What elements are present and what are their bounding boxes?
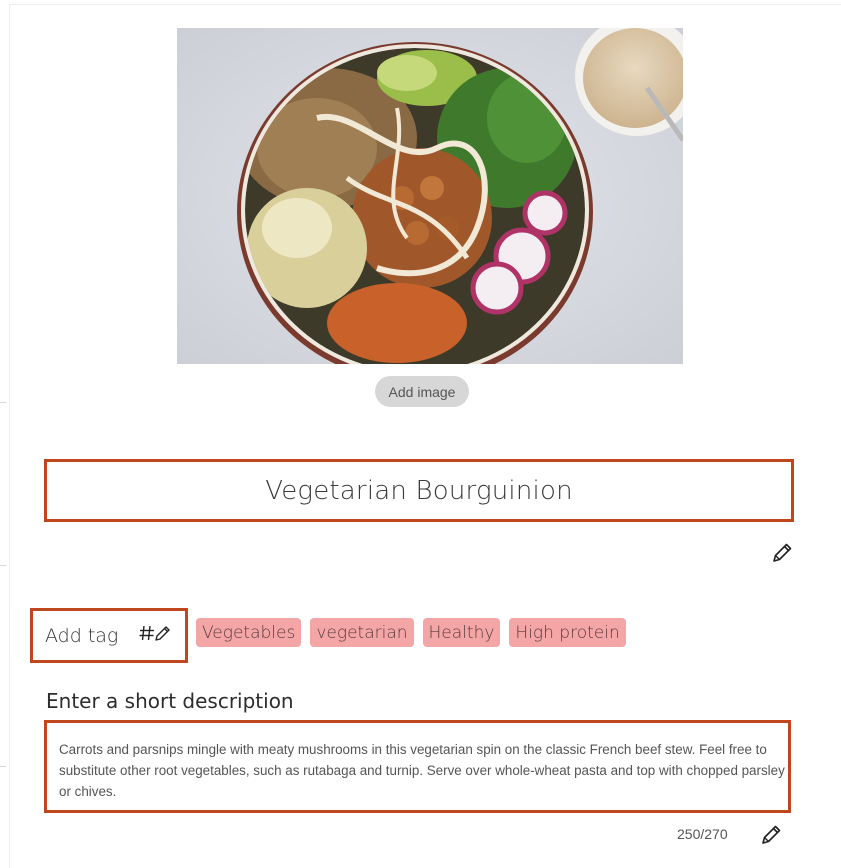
add-tag-label: Add tag xyxy=(45,624,119,647)
tag-chip[interactable]: Vegetables xyxy=(196,618,302,647)
description-textarea[interactable]: Carrots and parsnips mingle with meaty m… xyxy=(44,720,791,813)
hashtag-pencil-icon[interactable] xyxy=(139,623,175,643)
recipe-title-field[interactable]: Vegetarian Bourguinion xyxy=(44,459,794,522)
character-count: 250/270 xyxy=(677,826,728,842)
description-text: Carrots and parsnips mingle with meaty m… xyxy=(59,742,785,799)
page-border-top xyxy=(9,4,841,5)
edge-tick xyxy=(0,402,6,403)
edge-tick xyxy=(0,565,6,566)
description-heading: Enter a short description xyxy=(46,689,294,713)
tag-chip[interactable]: Healthy xyxy=(422,618,501,647)
tag-chip[interactable]: High protein xyxy=(509,618,626,647)
pencil-icon[interactable] xyxy=(759,823,783,847)
tag-chip[interactable]: vegetarian xyxy=(310,618,414,647)
tag-list: Vegetables vegetarian Healthy High prote… xyxy=(196,618,626,647)
page-border-left xyxy=(9,4,10,868)
edge-tick xyxy=(0,766,6,767)
add-image-button[interactable]: Add image xyxy=(375,376,469,407)
add-tag-field[interactable]: Add tag xyxy=(30,608,188,663)
pencil-icon[interactable] xyxy=(770,541,794,565)
recipe-photo xyxy=(177,28,683,364)
